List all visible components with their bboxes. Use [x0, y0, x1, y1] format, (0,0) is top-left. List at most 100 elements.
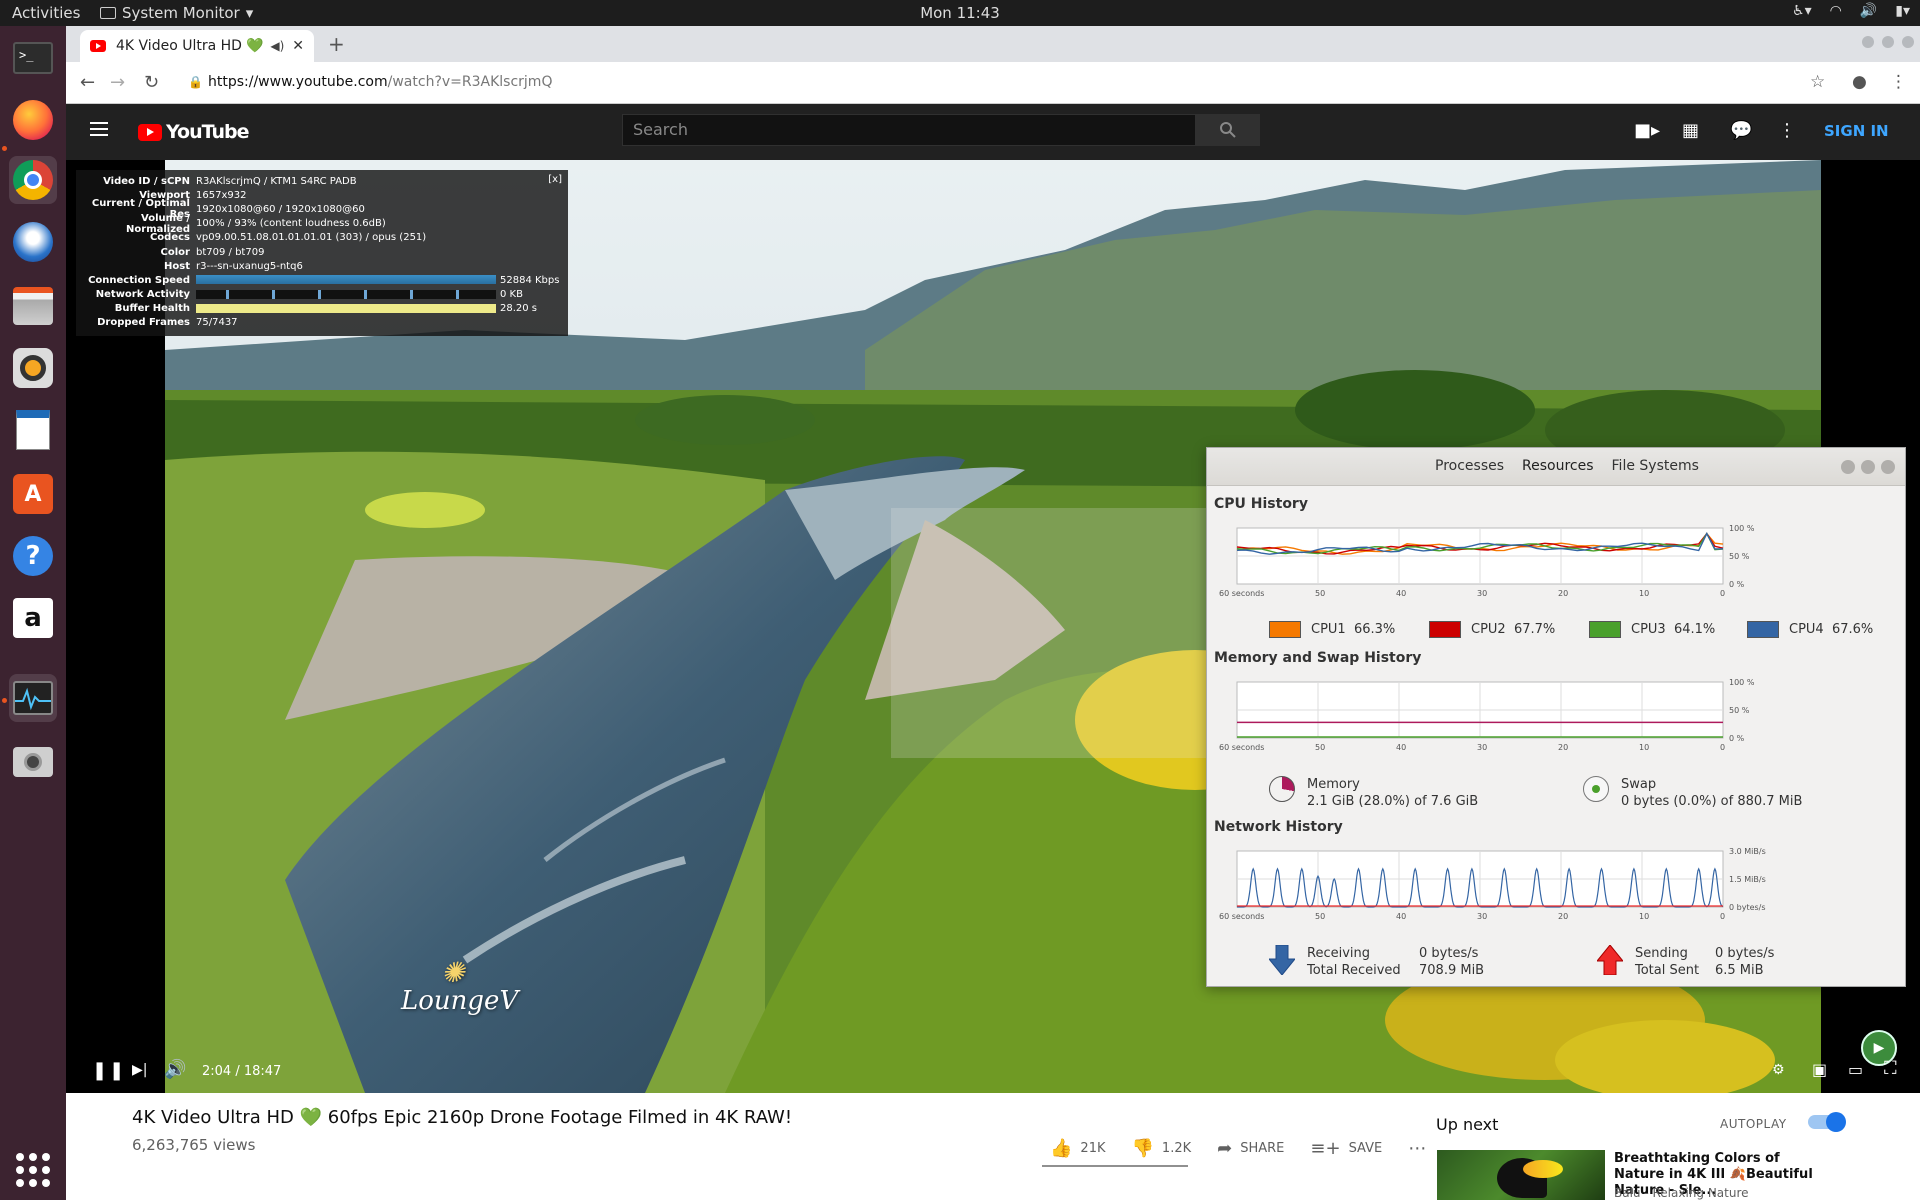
youtube-logo[interactable]: YouTube	[138, 121, 249, 143]
stat-value: 100% / 93% (content loudness 0.6dB)	[196, 218, 386, 230]
stat-value: 75/7437	[196, 317, 238, 329]
memory-y-tick: 100 %	[1729, 678, 1755, 687]
rhythmbox-launcher[interactable]	[9, 344, 57, 392]
volume-icon[interactable]: 🔊	[1860, 3, 1877, 19]
maximize-button[interactable]	[1861, 460, 1875, 474]
pause-button[interactable]: ❚❚	[92, 1060, 126, 1081]
stats-close-button[interactable]: [x]	[548, 174, 562, 185]
files-launcher[interactable]	[9, 282, 57, 330]
app-menu[interactable]: System Monitor ▾	[100, 4, 253, 22]
screenshot-launcher[interactable]	[9, 738, 57, 786]
network-x-tick: 0	[1720, 912, 1725, 921]
swap-pie-icon[interactable]	[1583, 776, 1609, 802]
chrome-launcher[interactable]	[9, 156, 57, 204]
battery-icon[interactable]: ▮▾	[1895, 3, 1910, 19]
theater-mode-icon[interactable]: ▭	[1848, 1060, 1863, 1079]
cpu-label: CPU3	[1631, 622, 1666, 637]
memory-x-tick: 40	[1396, 743, 1406, 752]
messages-icon[interactable]: 💬	[1730, 120, 1752, 141]
activities-button[interactable]: Activities	[12, 4, 80, 22]
terminal-launcher[interactable]: >_	[9, 34, 57, 82]
settings-dots-icon[interactable]: ⋮	[1778, 120, 1796, 141]
volume-icon[interactable]: 🔊	[164, 1059, 186, 1080]
amazon-launcher[interactable]: a	[9, 594, 57, 642]
cpu2-swatch[interactable]	[1429, 621, 1461, 638]
save-button[interactable]: ≡+ SAVE	[1310, 1138, 1382, 1159]
search-button[interactable]	[1196, 114, 1260, 146]
forward-icon[interactable]: →	[110, 72, 125, 93]
memory-pie-icon[interactable]	[1269, 776, 1295, 802]
create-video-icon[interactable]: ■▸	[1634, 120, 1660, 141]
tab-processes[interactable]: Processes	[1427, 458, 1512, 474]
thumbs-up-icon: 👍	[1050, 1138, 1073, 1159]
help-launcher[interactable]: ?	[9, 532, 57, 580]
show-applications-button[interactable]	[9, 1146, 57, 1194]
writer-launcher[interactable]	[9, 406, 57, 454]
software-launcher[interactable]: A	[9, 470, 57, 518]
receiving-arrow-icon[interactable]	[1269, 945, 1295, 975]
receiving-value: 0 bytes/s	[1419, 946, 1479, 961]
reload-icon[interactable]: ↻	[144, 72, 159, 93]
receiving-label: Receiving	[1307, 946, 1371, 961]
share-button[interactable]: ➦ SHARE	[1217, 1138, 1284, 1159]
menu-dots-icon[interactable]: ⋮	[1890, 72, 1907, 92]
settings-gear-icon[interactable]: ⚙	[1772, 1062, 1785, 1078]
recommended-thumbnail[interactable]	[1437, 1150, 1605, 1200]
wifi-icon[interactable]: ◠	[1830, 3, 1842, 19]
cpu-value: 67.7%	[1513, 622, 1556, 637]
back-icon[interactable]: ←	[80, 72, 95, 93]
thunderbird-launcher[interactable]	[9, 218, 57, 266]
firefox-launcher[interactable]	[9, 96, 57, 144]
clock[interactable]: Mon 11:43	[920, 4, 1000, 22]
account-icon[interactable]: ●	[1852, 72, 1867, 92]
system-monitor-launcher[interactable]	[9, 674, 57, 722]
cpu1-swatch[interactable]	[1269, 621, 1301, 638]
autoplay-toggle[interactable]	[1808, 1112, 1846, 1132]
fullscreen-icon[interactable]: ⛶	[1884, 1058, 1897, 1079]
swap-info: Swap 0 bytes (0.0%) of 880.7 MiB	[1621, 776, 1802, 810]
miniplayer-icon[interactable]: ▣	[1812, 1060, 1827, 1079]
total-sent-value: 6.5 MiB	[1715, 963, 1764, 978]
tab-file-systems[interactable]: File Systems	[1604, 458, 1707, 474]
browser-tab[interactable]: 4K Video Ultra HD 💚 6 ◀) ✕	[80, 30, 314, 62]
minimize-button[interactable]	[1841, 460, 1855, 474]
dislike-button[interactable]: 👎 1.2K	[1132, 1138, 1192, 1159]
camera-icon	[13, 747, 53, 777]
tab-audio-icon[interactable]: ◀)	[270, 39, 284, 53]
tab-close-icon[interactable]: ✕	[292, 38, 304, 54]
stat-row: Video ID / sCPN R3AKlscrjmQ / KTM1 S4RC P…	[82, 174, 562, 188]
hamburger-menu-icon[interactable]	[90, 122, 108, 136]
cpu-label: CPU2	[1471, 622, 1506, 637]
close-window-button[interactable]	[1902, 36, 1914, 48]
like-button[interactable]: 👍 21K	[1050, 1138, 1106, 1159]
cpu4-swatch[interactable]	[1747, 621, 1779, 638]
more-actions-button[interactable]: ⋯	[1408, 1138, 1426, 1159]
stat-value: R3AKlscrjmQ / KTM1 S4RC PADB	[196, 175, 357, 187]
like-count: 21K	[1080, 1141, 1106, 1156]
rhythmbox-icon	[13, 348, 53, 388]
minimize-button[interactable]	[1862, 36, 1874, 48]
memory-history-graph: 60 seconds 50 40 30 20 10 0 100 % 50 % 0 %	[1219, 678, 1755, 752]
stat-label: Host	[164, 260, 190, 272]
cpu3-swatch[interactable]	[1589, 621, 1621, 638]
sending-arrow-icon[interactable]	[1597, 945, 1623, 975]
apps-grid-icon[interactable]: ▦	[1682, 120, 1699, 141]
address-bar[interactable]: https://www.youtube.com/watch?v=R3AKlscr…	[208, 74, 552, 90]
sign-in-button[interactable]: SIGN IN	[1824, 122, 1889, 140]
memory-x-tick: 60 seconds	[1219, 743, 1264, 752]
tab-resources[interactable]: Resources	[1514, 458, 1602, 474]
maximize-button[interactable]	[1882, 36, 1894, 48]
recommended-channel[interactable]: Balu - Relaxing Nature	[1614, 1186, 1749, 1200]
lock-icon[interactable]: 🔒	[188, 75, 203, 89]
total-received-label: Total Received	[1307, 963, 1401, 978]
stat-label: Connection Speed	[88, 274, 190, 286]
bookmark-star-icon[interactable]: ☆	[1810, 72, 1825, 92]
terminal-icon: >_	[13, 42, 53, 74]
close-button[interactable]	[1881, 460, 1895, 474]
accessibility-icon[interactable]: ♿▾	[1792, 3, 1812, 19]
next-button[interactable]: ▶|	[132, 1062, 147, 1078]
system-tray[interactable]: ♿▾ ◠ 🔊 ▮▾	[1792, 3, 1910, 19]
swap-label: Swap	[1621, 777, 1657, 792]
new-tab-button[interactable]: +	[328, 32, 345, 56]
search-input[interactable]: Search	[622, 114, 1196, 146]
